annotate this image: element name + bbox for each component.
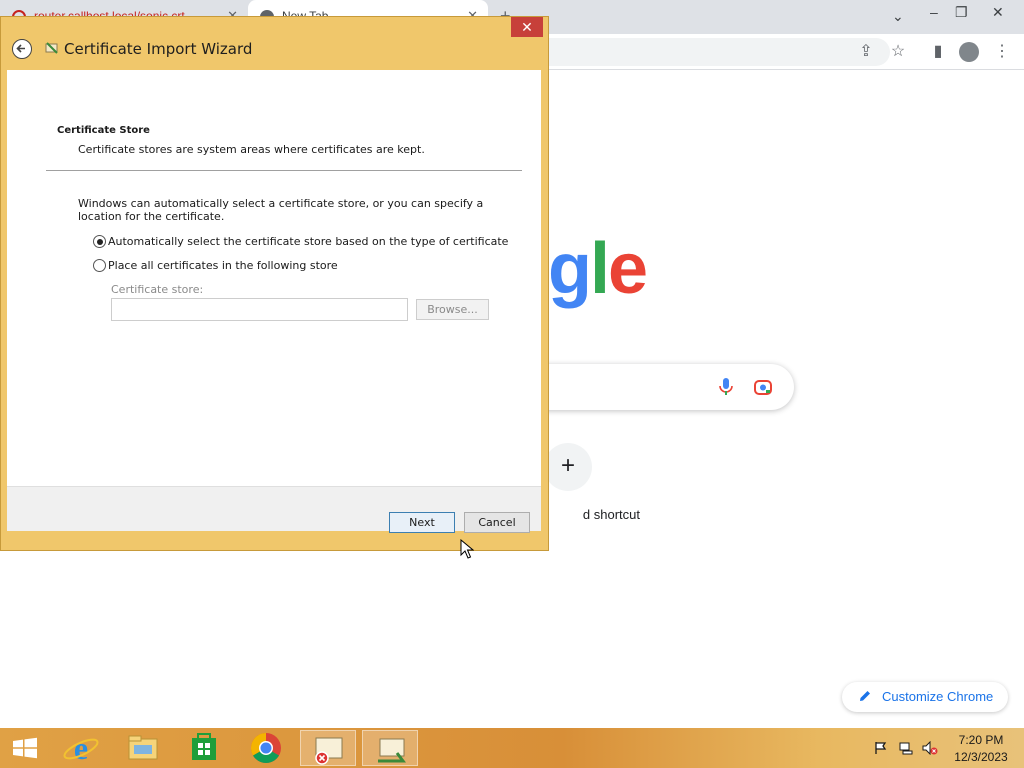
- dialog-close-button[interactable]: ✕: [511, 17, 543, 37]
- taskbar-store[interactable]: [176, 730, 232, 766]
- folder-icon: [128, 735, 158, 760]
- intro-text: Windows can automatically select a certi…: [78, 197, 484, 223]
- voice-search-icon[interactable]: [718, 377, 734, 397]
- tab-search-chevron-icon[interactable]: ⌄: [892, 8, 904, 25]
- certificate-error-icon: [315, 737, 343, 765]
- logo-letter-l: l: [589, 229, 610, 309]
- internet-explorer-icon: e: [63, 730, 99, 766]
- mouse-cursor-icon: [460, 539, 474, 559]
- browse-button[interactable]: Browse...: [416, 299, 489, 320]
- clock-time[interactable]: 7:20 PM: [948, 733, 1014, 747]
- taskbar-google-chrome[interactable]: [238, 730, 294, 766]
- side-panel-icon[interactable]: ▮: [928, 42, 948, 62]
- section-heading: Certificate Store: [57, 125, 150, 136]
- logo-letter-e: e: [608, 229, 648, 309]
- svg-text:e: e: [74, 730, 88, 766]
- clock-date[interactable]: 12/3/2023: [948, 750, 1014, 764]
- add-shortcut-button[interactable]: +: [544, 443, 592, 491]
- restore-icon[interactable]: ❐: [955, 4, 968, 21]
- google-logo: gle: [548, 228, 648, 310]
- certificate-store-label: Certificate store:: [111, 283, 204, 296]
- share-icon[interactable]: ⇪: [856, 42, 876, 62]
- close-window-icon[interactable]: ✕: [992, 4, 1004, 21]
- minimize-icon[interactable]: –: [930, 4, 938, 20]
- action-center-flag-icon[interactable]: [874, 741, 888, 755]
- google-lens-icon[interactable]: [754, 378, 772, 396]
- network-icon[interactable]: [899, 741, 913, 755]
- windows-start-icon[interactable]: [10, 737, 40, 759]
- taskbar-file-explorer[interactable]: [114, 730, 170, 766]
- chrome-icon: [250, 733, 281, 764]
- taskbar-certificate[interactable]: [300, 730, 356, 766]
- taskbar-internet-explorer[interactable]: e: [53, 730, 109, 766]
- more-menu-icon[interactable]: ⋮: [992, 42, 1012, 62]
- bookmark-star-icon[interactable]: ☆: [888, 42, 908, 62]
- certificate-wizard-taskbar-icon: [378, 738, 406, 763]
- next-button[interactable]: Next: [389, 512, 455, 533]
- wizard-footer: [7, 486, 541, 531]
- logo-letter-g: g: [548, 229, 592, 309]
- store-icon: [192, 733, 216, 760]
- pencil-icon: [860, 691, 870, 701]
- radio-place-in-store-label[interactable]: Place all certificates in the following …: [108, 259, 338, 272]
- back-arrow-glyph: [16, 44, 25, 53]
- section-description: Certificate stores are system areas wher…: [78, 143, 425, 156]
- header-separator: [46, 170, 522, 171]
- radio-auto-select-store[interactable]: [93, 235, 106, 248]
- dialog-title: Certificate Import Wizard: [64, 40, 253, 58]
- radio-auto-select-label[interactable]: Automatically select the certificate sto…: [108, 235, 508, 248]
- profile-avatar-icon[interactable]: [959, 42, 979, 62]
- certificate-store-field[interactable]: [111, 298, 408, 321]
- cancel-button[interactable]: Cancel: [464, 512, 530, 533]
- radio-place-in-store[interactable]: [93, 259, 106, 272]
- certificate-wizard-icon: [45, 42, 58, 54]
- back-arrow-icon[interactable]: [12, 39, 32, 59]
- taskbar-certificate-import-wizard[interactable]: [362, 730, 418, 766]
- volume-muted-icon[interactable]: [922, 741, 938, 755]
